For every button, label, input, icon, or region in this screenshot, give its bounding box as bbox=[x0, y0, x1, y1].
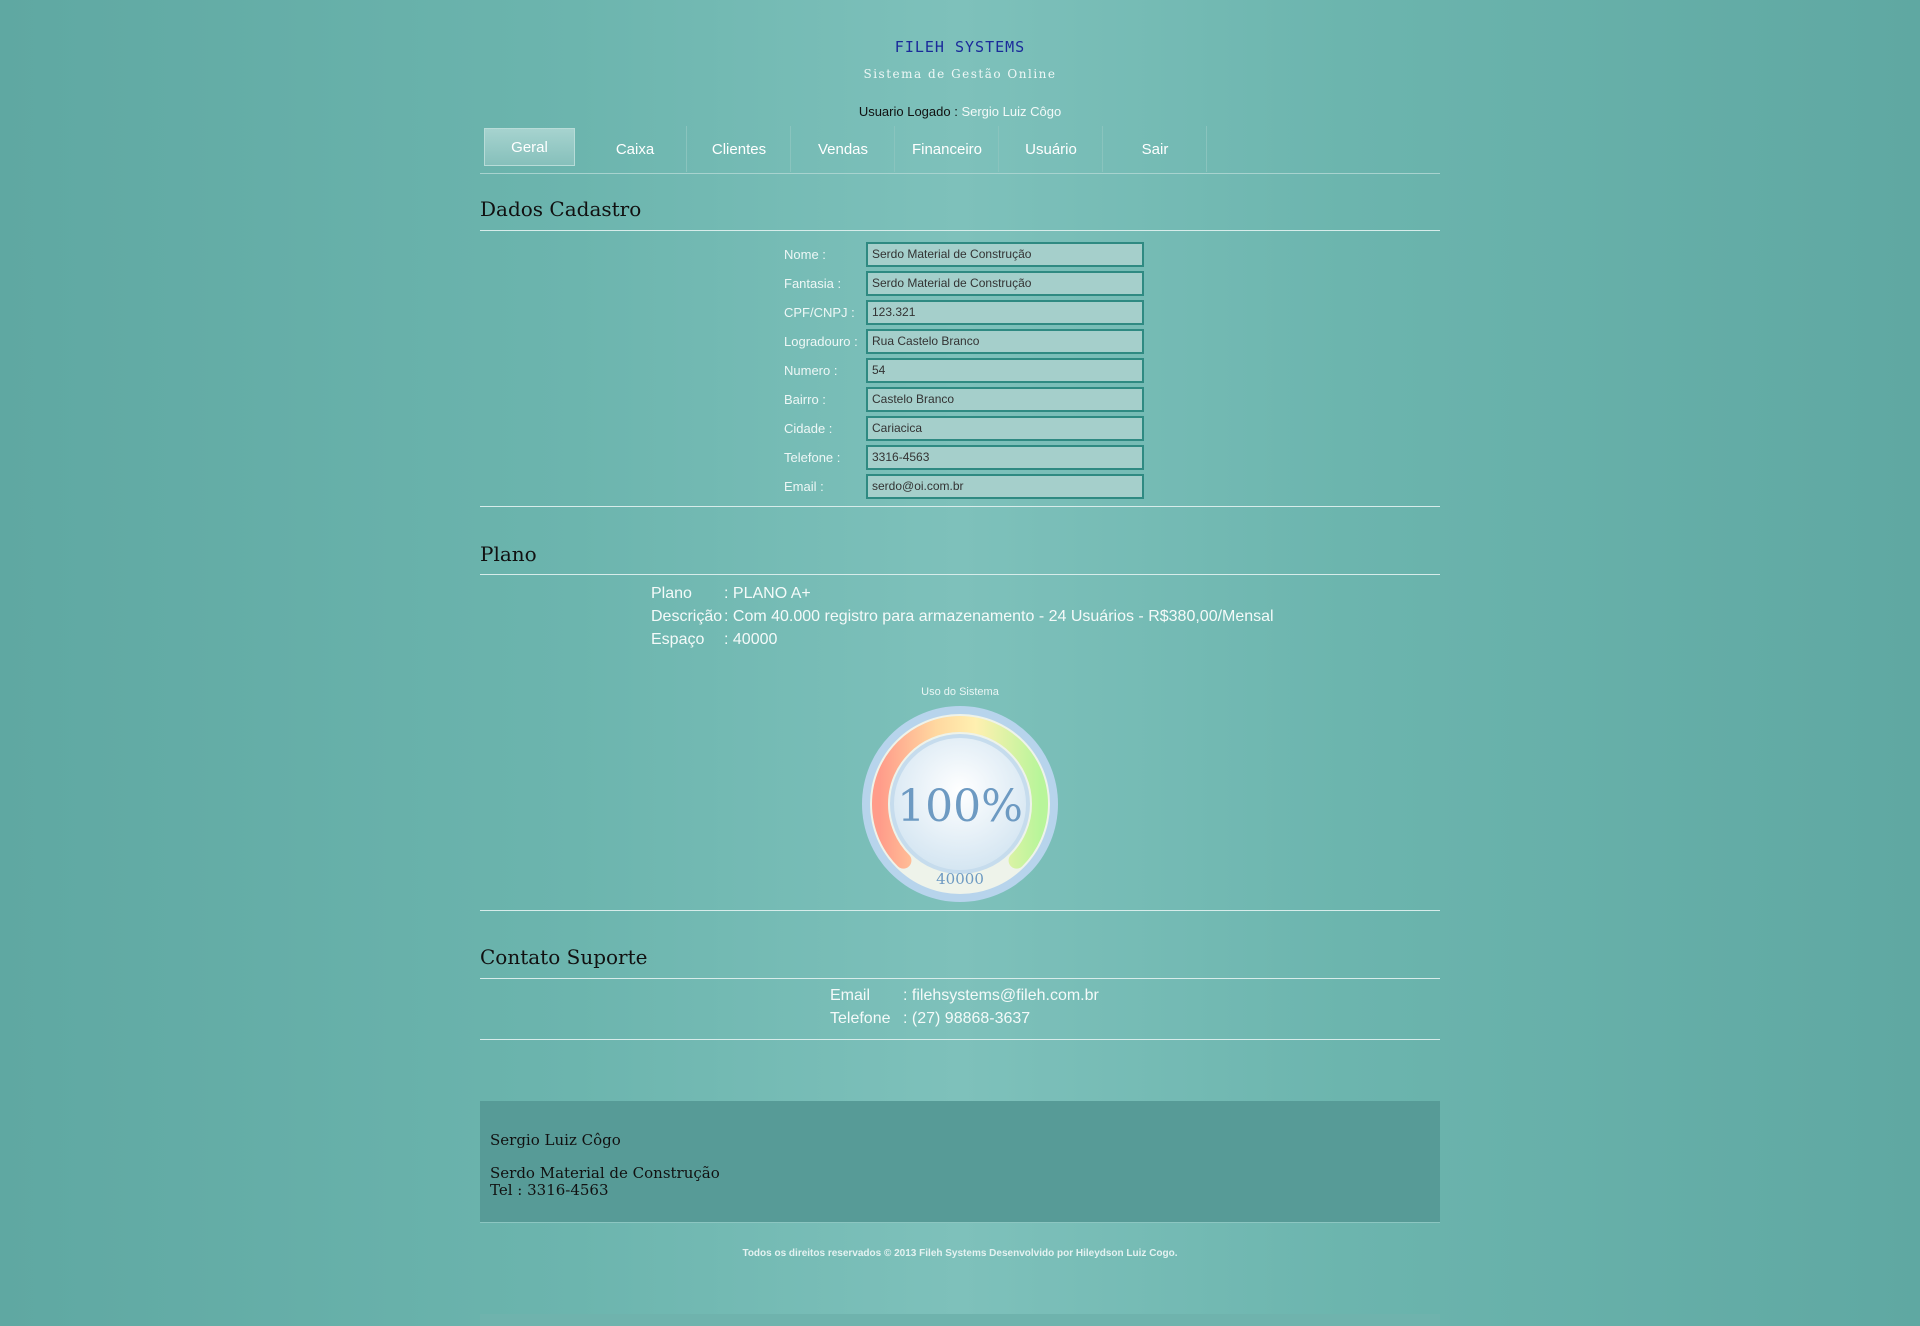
logradouro-field[interactable]: Rua Castelo Branco bbox=[866, 329, 1144, 354]
section-title-plano: Plano bbox=[480, 542, 537, 566]
logged-user-name: Sergio Luiz Côgo bbox=[961, 104, 1062, 119]
plan-value: : PLANO A+ bbox=[724, 585, 811, 602]
nav-divider bbox=[480, 173, 1440, 174]
cpf-cnpj-field[interactable]: 123.321 bbox=[866, 300, 1144, 325]
copyright-text: Todos os direitos reservados © 2013 File… bbox=[742, 1248, 1178, 1259]
plan-key: Descrição bbox=[651, 608, 723, 625]
plan-row: Descrição : Com 40.000 registro para arm… bbox=[651, 608, 1274, 631]
form-row: Bairro : Castelo Branco bbox=[784, 385, 1144, 414]
section-divider bbox=[480, 574, 1440, 575]
field-label: Telefone : bbox=[784, 450, 841, 465]
nome-field[interactable]: Serdo Material de Construção bbox=[866, 242, 1144, 267]
page: FILEH SYSTEMS Sistema de Gestão Online U… bbox=[480, 0, 1440, 1326]
tab-vendas[interactable]: Vendas bbox=[792, 126, 895, 172]
usage-gauge: Uso do Sistema 100% 40000 bbox=[860, 686, 1060, 906]
section-divider bbox=[480, 1039, 1440, 1040]
brand-logo: FILEH SYSTEMS bbox=[894, 38, 1026, 56]
section-divider bbox=[480, 978, 1440, 979]
field-label: Numero : bbox=[784, 363, 838, 378]
contact-value: : (27) 98868-3637 bbox=[903, 1010, 1031, 1027]
field-label: CPF/CNPJ : bbox=[784, 305, 855, 320]
plan-row: Plano : PLANO A+ bbox=[651, 585, 1274, 608]
form-row: Telefone : 3316-4563 bbox=[784, 443, 1144, 472]
plan-key: Espaço bbox=[651, 631, 705, 648]
contact-row: Telefone : (27) 98868-3637 bbox=[830, 1010, 1099, 1033]
contact-value: : filehsystems@fileh.com.br bbox=[903, 987, 1099, 1004]
tab-sair[interactable]: Sair bbox=[1104, 126, 1207, 172]
field-label: Nome : bbox=[784, 247, 826, 262]
gauge-capacity: 40000 bbox=[936, 870, 984, 888]
footer-phone: Tel : 3316-4563 bbox=[490, 1181, 609, 1199]
cidade-field[interactable]: Cariacica bbox=[866, 416, 1144, 441]
logged-user-label: Usuario Logado : bbox=[858, 104, 958, 119]
field-label: Cidade : bbox=[784, 421, 833, 436]
contact-key: Email bbox=[830, 987, 871, 1004]
dados-form: Nome : Serdo Material de Construção Fant… bbox=[784, 240, 1144, 501]
section-divider bbox=[480, 506, 1440, 507]
field-label: Bairro : bbox=[784, 392, 826, 407]
gauge-percent: 100% bbox=[897, 781, 1023, 832]
tab-clientes[interactable]: Clientes bbox=[688, 126, 791, 172]
tab-geral[interactable]: Geral bbox=[484, 128, 575, 166]
main-nav: Geral Caixa Clientes Vendas Financeiro U… bbox=[484, 126, 1208, 172]
bottom-band bbox=[480, 1314, 1440, 1326]
form-row: Nome : Serdo Material de Construção bbox=[784, 240, 1144, 269]
form-row: Logradouro : Rua Castelo Branco bbox=[784, 327, 1144, 356]
contact-row: Email : filehsystems@fileh.com.br bbox=[830, 987, 1099, 1010]
tab-caixa[interactable]: Caixa bbox=[584, 126, 687, 172]
form-row: Cidade : Cariacica bbox=[784, 414, 1144, 443]
numero-field[interactable]: 54 bbox=[866, 358, 1144, 383]
plan-row: Espaço : 40000 bbox=[651, 631, 1274, 654]
section-divider bbox=[480, 910, 1440, 911]
gauge-dial: 100% 40000 bbox=[862, 706, 1058, 902]
fantasia-field[interactable]: Serdo Material de Construção bbox=[866, 271, 1144, 296]
plan-key: Plano bbox=[651, 585, 692, 602]
field-label: Logradouro : bbox=[784, 334, 858, 349]
brand-subtitle: Sistema de Gestão Online bbox=[863, 67, 1057, 81]
plan-info: Plano : PLANO A+ Descrição : Com 40.000 … bbox=[651, 585, 1274, 654]
contact-key: Telefone bbox=[830, 1010, 891, 1027]
bairro-field[interactable]: Castelo Branco bbox=[866, 387, 1144, 412]
form-row: Fantasia : Serdo Material de Construção bbox=[784, 269, 1144, 298]
form-row: Numero : 54 bbox=[784, 356, 1144, 385]
form-row: Email : serdo@oi.com.br bbox=[784, 472, 1144, 501]
field-label: Email : bbox=[784, 479, 824, 494]
telefone-field[interactable]: 3316-4563 bbox=[866, 445, 1144, 470]
field-label: Fantasia : bbox=[784, 276, 842, 291]
email-field[interactable]: serdo@oi.com.br bbox=[866, 474, 1144, 499]
gauge-title: Uso do Sistema bbox=[921, 686, 999, 698]
plan-value: : 40000 bbox=[724, 631, 778, 648]
tab-usuario[interactable]: Usuário bbox=[1000, 126, 1103, 172]
plan-value: : Com 40.000 registro para armazenamento… bbox=[724, 608, 1274, 625]
section-title-suporte: Contato Suporte bbox=[480, 945, 648, 969]
section-divider bbox=[480, 230, 1440, 231]
form-row: CPF/CNPJ : 123.321 bbox=[784, 298, 1144, 327]
support-contact: Email : filehsystems@fileh.com.br Telefo… bbox=[830, 987, 1099, 1033]
footer-company: Serdo Material de Construção bbox=[490, 1164, 720, 1182]
section-title-dados: Dados Cadastro bbox=[480, 197, 642, 221]
footer-info-box: Sergio Luiz Côgo Serdo Material de Const… bbox=[480, 1101, 1440, 1222]
footer-user: Sergio Luiz Côgo bbox=[490, 1131, 621, 1149]
tab-financeiro[interactable]: Financeiro bbox=[896, 126, 999, 172]
logged-user-line: Usuario Logado : Sergio Luiz Côgo bbox=[480, 104, 1440, 119]
footer-divider bbox=[480, 1222, 1440, 1223]
